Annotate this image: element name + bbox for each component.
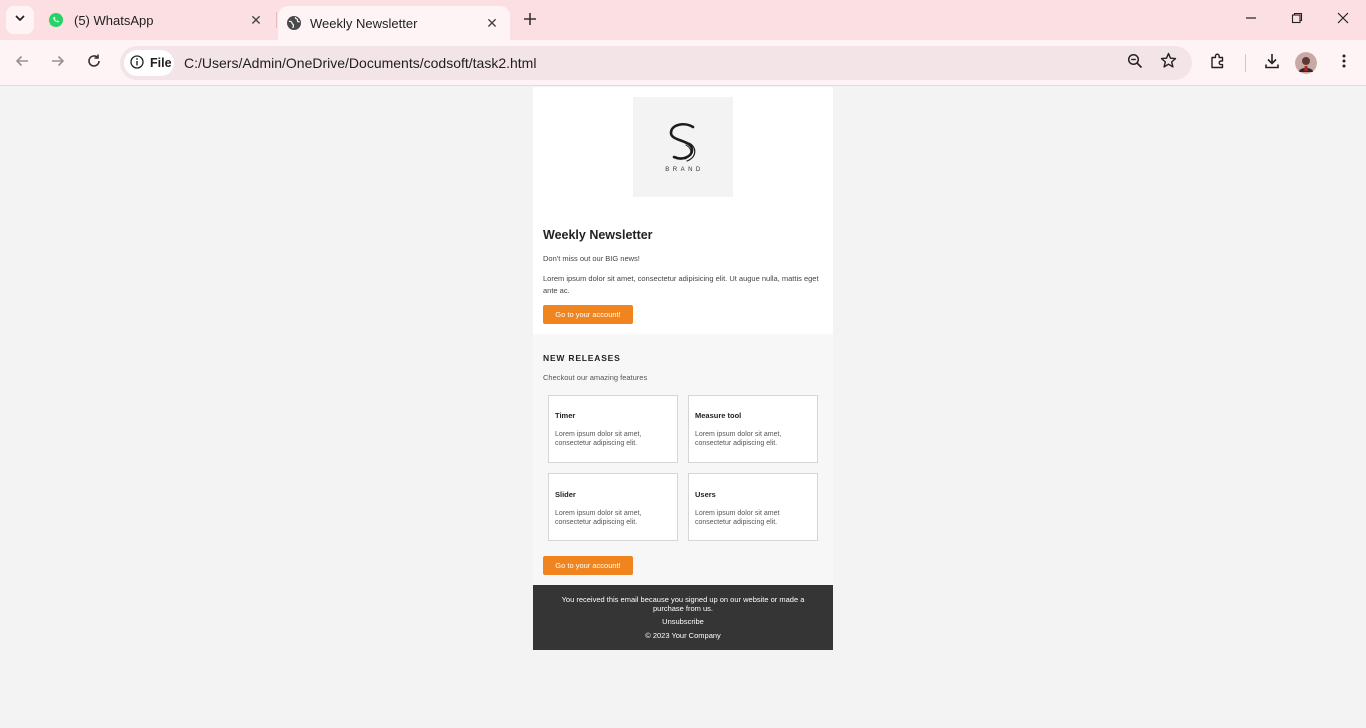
releases-subheading: Checkout our amazing features — [543, 373, 648, 382]
close-tab-icon[interactable]: ✕ — [482, 13, 502, 33]
minimize-button[interactable] — [1228, 0, 1274, 40]
feature-title: Timer — [555, 411, 576, 420]
zoom-button[interactable] — [1124, 52, 1146, 74]
unsubscribe-link[interactable]: Unsubscribe — [533, 617, 833, 626]
go-to-account-button-secondary[interactable]: Go to your account! — [543, 556, 633, 575]
more-vertical-icon — [1336, 53, 1352, 74]
email-footer: You received this email because you sign… — [533, 585, 833, 650]
intro-text: Don't miss out our BIG news! — [543, 254, 640, 263]
feature-title: Users — [695, 490, 716, 499]
globe-icon — [286, 15, 302, 31]
swan-s-logo-icon — [669, 123, 696, 162]
feature-card-slider: Slider Lorem ipsum dolor sit amet, conse… — [548, 473, 678, 541]
hero-section: BRAND Weekly Newsletter Don't miss out o… — [533, 87, 833, 334]
close-tab-icon[interactable]: ✕ — [246, 10, 266, 30]
minimize-icon — [1245, 11, 1257, 29]
restore-icon — [1291, 11, 1303, 29]
feature-card-users: Users Lorem ipsum dolor sit amet consect… — [688, 473, 818, 541]
extensions-button[interactable] — [1204, 49, 1232, 77]
tab-title: (5) WhatsApp — [74, 12, 154, 28]
plus-icon — [523, 9, 537, 32]
back-button[interactable] — [8, 49, 36, 77]
site-info-chip[interactable]: File — [124, 50, 174, 76]
go-to-account-button[interactable]: Go to your account! — [543, 305, 633, 324]
puzzle-icon — [1209, 52, 1227, 75]
info-icon — [130, 54, 144, 72]
close-icon — [1337, 11, 1349, 29]
feature-description: Lorem ipsum dolor sit amet, consectetur … — [555, 431, 642, 447]
tab-strip: (5) WhatsApp ✕ Weekly Newsletter ✕ — [0, 0, 1366, 40]
newsletter-title: Weekly Newsletter — [543, 228, 653, 242]
tab-title: Weekly Newsletter — [310, 15, 418, 31]
profile-avatar[interactable] — [1295, 52, 1317, 74]
feature-card-timer: Timer Lorem ipsum dolor sit amet, consec… — [548, 395, 678, 463]
copyright-text: © 2023 Your Company — [645, 631, 721, 640]
brand-wordmark: BRAND — [665, 167, 704, 173]
whatsapp-icon — [48, 12, 64, 28]
feature-description: Lorem ipsum dolor sit amet, consectetur … — [695, 431, 782, 447]
toolbar-divider — [1245, 54, 1246, 72]
tab-weekly-newsletter[interactable]: Weekly Newsletter ✕ — [278, 6, 510, 40]
scheme-label: File — [150, 56, 172, 70]
forward-button[interactable] — [44, 49, 72, 77]
arrow-right-icon — [50, 53, 66, 74]
chevron-down-icon — [14, 11, 26, 29]
bookmark-button[interactable] — [1157, 52, 1179, 74]
feature-title: Measure tool — [695, 411, 742, 420]
browser-toolbar: File C:/Users/Admin/OneDrive/Documents/c… — [0, 40, 1366, 86]
tab-divider — [276, 12, 277, 28]
close-window-button[interactable] — [1320, 0, 1366, 40]
zoom-out-icon — [1127, 53, 1143, 74]
releases-heading: NEW RELEASES — [543, 353, 621, 363]
star-icon — [1160, 52, 1177, 74]
brand-logo: BRAND — [633, 97, 733, 197]
download-icon — [1263, 52, 1281, 75]
feature-title: Slider — [555, 490, 576, 499]
menu-button[interactable] — [1330, 49, 1358, 77]
arrow-left-icon — [14, 53, 30, 74]
reload-button[interactable] — [80, 49, 108, 77]
footer-notice: You received this email because you sign… — [561, 595, 805, 613]
tab-search-button[interactable] — [6, 6, 34, 34]
body-text: Lorem ipsum dolor sit amet, consectetur … — [543, 274, 819, 295]
feature-description: Lorem ipsum dolor sit amet, consectetur … — [555, 510, 642, 526]
feature-description: Lorem ipsum dolor sit amet consectetur a… — [695, 510, 780, 526]
address-bar[interactable]: File C:/Users/Admin/OneDrive/Documents/c… — [120, 46, 1192, 80]
restore-button[interactable] — [1274, 0, 1320, 40]
newsletter-email: BRAND Weekly Newsletter Don't miss out o… — [533, 87, 833, 650]
reload-icon — [86, 53, 102, 74]
url-text[interactable]: C:/Users/Admin/OneDrive/Documents/codsof… — [184, 55, 536, 71]
new-tab-button[interactable] — [518, 8, 542, 32]
new-releases-section: NEW RELEASES Checkout our amazing featur… — [533, 334, 833, 585]
tab-whatsapp[interactable]: (5) WhatsApp ✕ — [38, 0, 274, 40]
downloads-button[interactable] — [1258, 49, 1286, 77]
feature-card-measure-tool: Measure tool Lorem ipsum dolor sit amet,… — [688, 395, 818, 463]
